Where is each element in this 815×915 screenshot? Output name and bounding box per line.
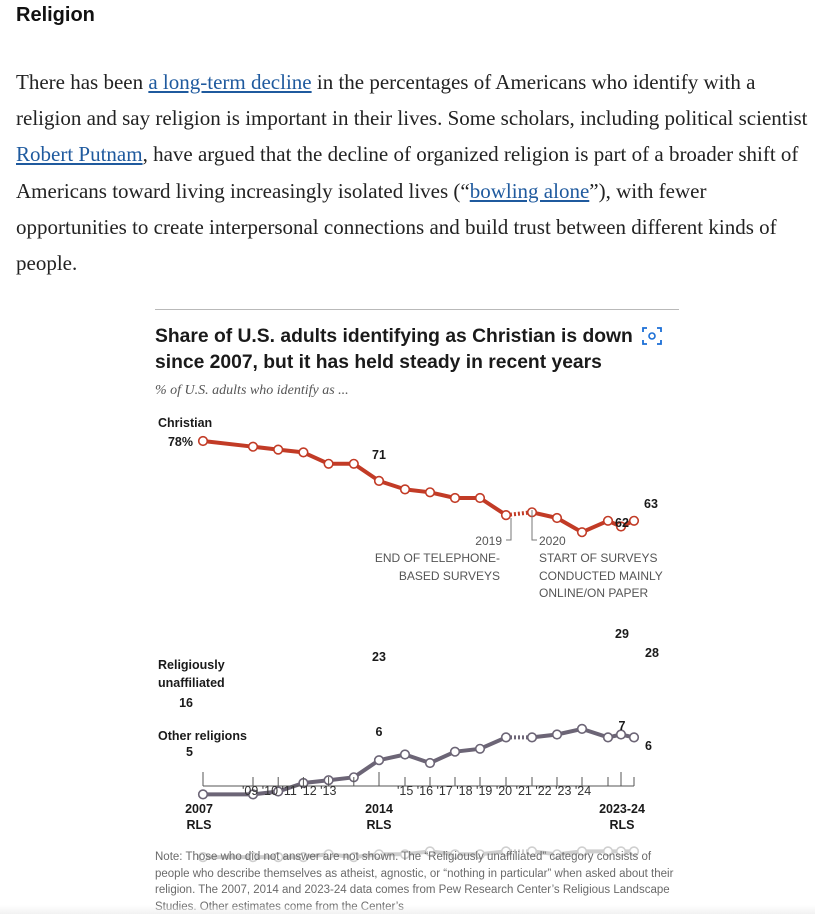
data-point-christian <box>602 515 614 526</box>
data-point-christian <box>551 512 563 524</box>
data-point-christian <box>298 447 309 458</box>
value-label-other-religions: 6 <box>376 725 383 739</box>
data-point-religiously-unaffiliated <box>197 789 209 800</box>
data-point-christian <box>273 444 284 455</box>
data-point-christian <box>474 492 486 504</box>
x-major-sublabel: RLS <box>367 818 392 832</box>
value-label-christian: 71 <box>372 448 386 462</box>
data-point-religiously-unaffiliated <box>373 755 385 766</box>
data-point-religiously-unaffiliated <box>628 732 640 743</box>
start-value-other-religions: 5 <box>186 745 193 759</box>
data-point-religiously-unaffiliated <box>474 743 486 754</box>
start-value-christian: 78% <box>168 435 193 449</box>
annotation-2019-text: BASED SURVEYS <box>399 569 500 583</box>
data-point-religiously-unaffiliated <box>576 723 588 735</box>
x-major-label: 2007 <box>185 802 213 816</box>
value-label-religiously-unaffiliated: 28 <box>645 646 659 660</box>
annotation-2020-year: 2020 <box>539 534 566 548</box>
x-major-label: 2023-24 <box>599 802 645 816</box>
annotation-line-2019 <box>506 518 512 541</box>
line-chart: Christian 78% Religiously unaffiliated 16 Oth… <box>158 416 663 863</box>
annotation-2020-text: START OF SURVEYS <box>539 551 657 565</box>
data-point-religiously-unaffiliated <box>526 732 538 743</box>
data-point-religiously-unaffiliated <box>399 749 411 760</box>
start-value-unaffiliated: 16 <box>179 696 193 710</box>
series-label-unaffiliated: unaffiliated <box>158 676 225 690</box>
data-point-religiously-unaffiliated <box>602 732 614 743</box>
data-point-christian <box>348 458 359 469</box>
data-point-christian <box>424 487 436 498</box>
value-label-christian: 63 <box>644 497 658 511</box>
series-label-christian: Christian <box>158 416 212 430</box>
data-point-religiously-unaffiliated <box>551 729 563 740</box>
value-label-other-religions: 7 <box>619 719 626 733</box>
x-tick-labels: '15 '16 '17 '18 '19 '20 '21 '22 '23 '24 <box>397 784 591 798</box>
x-major-sublabel: RLS <box>187 818 212 832</box>
bottom-fade <box>0 905 815 914</box>
value-label-other-religions: 6 <box>645 739 652 753</box>
data-point-christian <box>247 441 259 452</box>
annotation-2019-year: 2019 <box>475 534 502 548</box>
annotation-2020-text: ONLINE/ON PAPER <box>539 586 648 600</box>
series-label-unaffiliated: Religiously <box>158 658 225 672</box>
data-point-christian <box>323 458 334 469</box>
data-point-christian <box>449 492 461 504</box>
data-point-religiously-unaffiliated <box>500 732 512 743</box>
x-major-label: 2014 <box>365 802 393 816</box>
annotation-2019-text: END OF TELEPHONE- <box>375 551 500 565</box>
annotation-2020-text: CONDUCTED MAINLY <box>539 569 663 583</box>
x-major-sublabel: RLS <box>610 818 635 832</box>
value-label-religiously-unaffiliated: 23 <box>372 650 386 664</box>
value-label-christian: 62 <box>615 516 629 530</box>
data-point-christian <box>628 515 640 526</box>
data-point-religiously-unaffiliated <box>449 746 461 757</box>
data-point-christian <box>373 475 385 487</box>
data-point-christian <box>399 484 411 495</box>
x-tick-labels: '09 '10 '11 '12 '13 <box>242 784 336 798</box>
data-point-christian <box>576 527 588 538</box>
value-label-religiously-unaffiliated: 29 <box>615 627 629 641</box>
data-point-christian <box>197 435 209 447</box>
series-line-christian <box>202 439 508 517</box>
series-label-other-religions: Other religions <box>158 729 247 743</box>
data-point-christian <box>500 509 512 521</box>
data-point-religiously-unaffiliated <box>424 757 436 769</box>
